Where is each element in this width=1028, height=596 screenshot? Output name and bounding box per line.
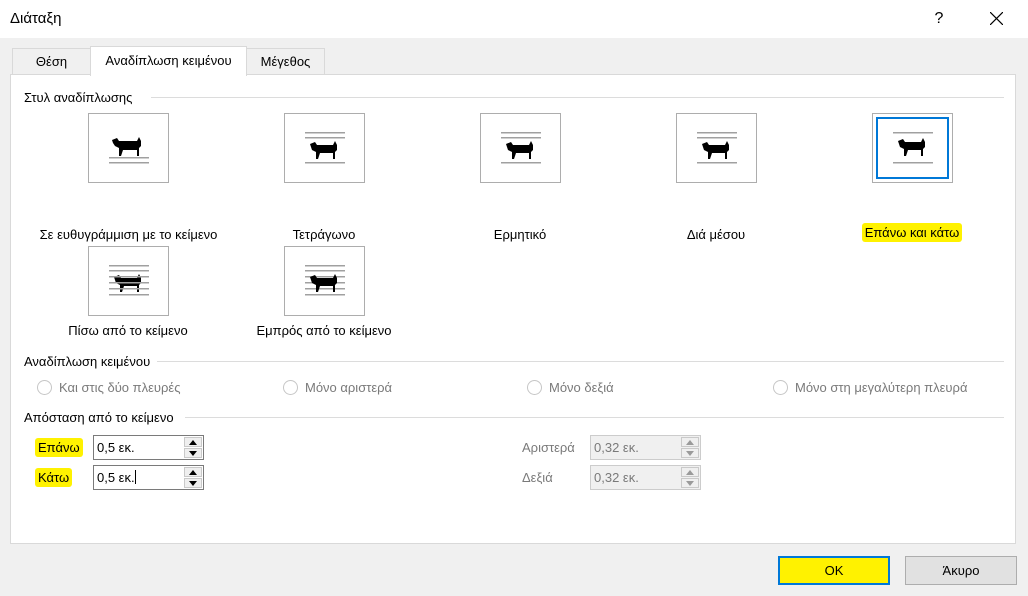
bottom-distance-value: 0,5 εκ. — [97, 470, 135, 485]
wrap-behind-text-label: Πίσω από το κείμενο — [68, 323, 188, 338]
arrow-down-icon — [189, 451, 197, 456]
spin-up-button[interactable] — [184, 467, 202, 477]
wrap-square-option[interactable] — [284, 113, 365, 183]
bottom-distance-label-wrap: Κάτω — [35, 468, 73, 487]
divider — [157, 361, 1004, 362]
left-distance-value: 0,32 εκ. — [594, 440, 639, 455]
bottom-distance-value-wrap: 0,5 εκ. — [97, 470, 136, 485]
divider — [185, 417, 1004, 418]
right-distance-spinner[interactable]: 0,32 εκ. — [590, 465, 701, 490]
spin-up-button[interactable] — [681, 437, 699, 447]
radio-label: Και στις δύο πλευρές — [59, 380, 181, 395]
radio-label: Μόνο στη μεγαλύτερη πλευρά — [795, 380, 968, 395]
spinner-buttons — [681, 467, 699, 488]
spin-up-button[interactable] — [184, 437, 202, 447]
spin-up-button[interactable] — [681, 467, 699, 477]
title-bar: Διάταξη ? — [0, 0, 1028, 38]
help-button[interactable]: ? — [928, 4, 950, 34]
top-distance-label-wrap: Επάνω — [35, 438, 83, 457]
arrow-down-icon — [189, 481, 197, 486]
arrow-up-icon — [686, 470, 694, 475]
wrap-inline-label: Σε ευθυγράμμιση με το κείμενο — [39, 227, 218, 242]
top-distance-label: Επάνω — [35, 438, 83, 457]
arrow-up-icon — [686, 440, 694, 445]
spin-down-button[interactable] — [184, 448, 202, 458]
bottom-distance-spinner[interactable]: 0,5 εκ. — [93, 465, 204, 490]
wrap-top-bottom-label: Επάνω και κάτω — [861, 223, 963, 242]
wrap-through-label: Διά μέσου — [686, 227, 746, 242]
spinner-buttons — [681, 437, 699, 458]
spin-down-button[interactable] — [681, 448, 699, 458]
arrow-up-icon — [189, 470, 197, 475]
right-distance-label: Δεξιά — [522, 470, 553, 485]
cancel-button[interactable]: Άκυρο — [905, 556, 1017, 585]
spin-down-button[interactable] — [681, 478, 699, 488]
arrow-down-icon — [686, 451, 694, 456]
wrap-in-front-option[interactable] — [284, 246, 365, 316]
radio-largest-only[interactable]: Μόνο στη μεγαλύτερη πλευρά — [773, 380, 967, 395]
wrap-tight-label: Ερμητικό — [493, 227, 547, 242]
close-button[interactable] — [980, 4, 1014, 34]
inline-dog-icon — [109, 137, 149, 164]
radio-right-only[interactable]: Μόνο δεξιά — [527, 380, 614, 395]
text-cursor — [134, 470, 136, 484]
through-wrap-dog-icon — [697, 132, 737, 164]
left-distance-spinner[interactable]: 0,32 εκ. — [590, 435, 701, 460]
wrap-top-bottom-label-wrap: Επάνω και κάτω — [812, 223, 1012, 242]
wrap-in-front-label: Εμπρός από το κείμενο — [256, 323, 392, 338]
close-icon — [990, 12, 1003, 25]
radio-circle — [527, 380, 542, 395]
left-distance-label: Αριστερά — [522, 440, 575, 455]
wrap-behind-text-option[interactable] — [88, 246, 169, 316]
arrow-up-icon — [189, 440, 197, 445]
spinner-buttons — [184, 437, 202, 458]
distance-section-label: Απόσταση από το κείμενο — [24, 410, 174, 425]
tight-wrap-dog-icon — [501, 132, 541, 164]
top-distance-value: 0,5 εκ. — [97, 440, 135, 455]
radio-left-only[interactable]: Μόνο αριστερά — [283, 380, 392, 395]
radio-label: Μόνο αριστερά — [305, 380, 393, 395]
window-title: Διάταξη — [10, 10, 62, 27]
wrap-style-section-label: Στυλ αναδίπλωσης — [24, 90, 133, 105]
spin-down-button[interactable] — [184, 478, 202, 488]
dialog-body: Θέση Αναδίπλωση κειμένου Μέγεθος Στυλ αν… — [0, 38, 1028, 596]
divider — [151, 97, 1004, 98]
bottom-distance-label: Κάτω — [35, 468, 73, 487]
tab-position[interactable]: Θέση — [12, 48, 91, 75]
wrap-text-section-label: Αναδίπλωση κειμένου — [24, 354, 151, 369]
radio-circle — [773, 380, 788, 395]
tab-text-wrapping[interactable]: Αναδίπλωση κειμένου — [90, 46, 247, 76]
radio-label: Μόνο δεξιά — [549, 380, 614, 395]
right-distance-value: 0,32 εκ. — [594, 470, 639, 485]
radio-circle — [37, 380, 52, 395]
radio-both-sides[interactable]: Και στις δύο πλευρές — [37, 380, 180, 395]
wrap-tight-option[interactable] — [480, 113, 561, 183]
in-front-dog-icon — [305, 265, 345, 296]
tab-size[interactable]: Μέγεθος — [246, 48, 325, 75]
wrap-through-option[interactable] — [676, 113, 757, 183]
ok-button[interactable]: OK — [778, 556, 890, 585]
wrap-top-bottom-option[interactable] — [872, 113, 953, 183]
tab-panel: Στυλ αναδίπλωσης Σε ευθυγράμμιση με το κ… — [10, 74, 1016, 544]
top-distance-spinner[interactable]: 0,5 εκ. — [93, 435, 204, 460]
square-wrap-dog-icon — [305, 132, 345, 164]
behind-text-dog-icon — [109, 265, 149, 296]
radio-circle — [283, 380, 298, 395]
arrow-down-icon — [686, 481, 694, 486]
wrap-inline-option[interactable] — [88, 113, 169, 183]
wrap-square-label: Τετράγωνο — [292, 227, 356, 242]
top-bottom-dog-icon — [893, 132, 933, 164]
spinner-buttons — [184, 467, 202, 488]
